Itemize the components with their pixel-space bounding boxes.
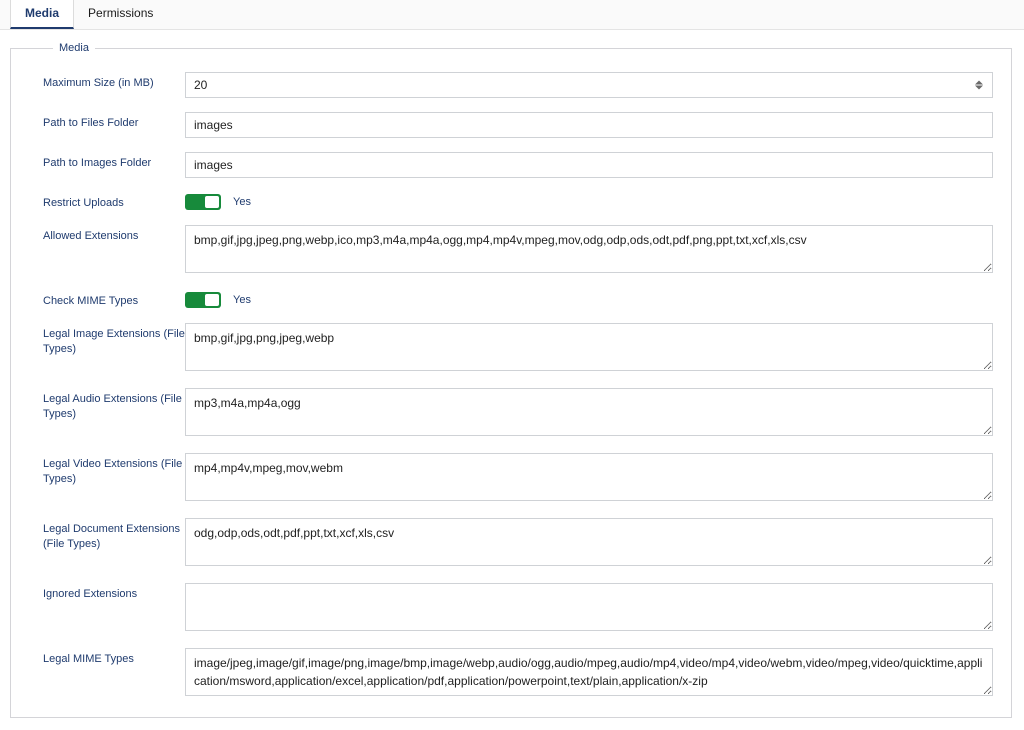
tab-media[interactable]: Media bbox=[10, 0, 74, 29]
label-legal-image: Legal Image Extensions (File Types) bbox=[25, 323, 185, 357]
images-folder-input[interactable] bbox=[185, 152, 993, 178]
media-fieldset: Media Maximum Size (in MB) Path to Files… bbox=[10, 42, 1012, 718]
legal-document-textarea[interactable] bbox=[185, 518, 993, 566]
check-mime-state: Yes bbox=[233, 294, 251, 306]
max-size-input[interactable] bbox=[185, 72, 993, 98]
label-check-mime: Check MIME Types bbox=[25, 290, 185, 309]
check-mime-toggle[interactable] bbox=[185, 292, 221, 308]
ignored-extensions-textarea[interactable] bbox=[185, 583, 993, 631]
fieldset-legend: Media bbox=[53, 42, 95, 54]
label-max-size: Maximum Size (in MB) bbox=[25, 72, 185, 91]
label-legal-mime: Legal MIME Types bbox=[25, 648, 185, 667]
label-legal-audio: Legal Audio Extensions (File Types) bbox=[25, 388, 185, 422]
label-files-folder: Path to Files Folder bbox=[25, 112, 185, 131]
legal-video-textarea[interactable] bbox=[185, 453, 993, 501]
label-legal-video: Legal Video Extensions (File Types) bbox=[25, 453, 185, 487]
chevron-down-icon[interactable] bbox=[975, 86, 983, 90]
tab-bar: Media Permissions bbox=[0, 0, 1024, 30]
label-restrict-uploads: Restrict Uploads bbox=[25, 192, 185, 211]
restrict-uploads-toggle[interactable] bbox=[185, 194, 221, 210]
tab-permissions[interactable]: Permissions bbox=[74, 0, 167, 29]
legal-mime-textarea[interactable] bbox=[185, 648, 993, 696]
label-allowed-extensions: Allowed Extensions bbox=[25, 225, 185, 244]
legal-image-textarea[interactable] bbox=[185, 323, 993, 371]
chevron-up-icon[interactable] bbox=[975, 81, 983, 85]
allowed-extensions-textarea[interactable] bbox=[185, 225, 993, 273]
legal-audio-textarea[interactable] bbox=[185, 388, 993, 436]
label-images-folder: Path to Images Folder bbox=[25, 152, 185, 171]
label-ignored-extensions: Ignored Extensions bbox=[25, 583, 185, 602]
restrict-uploads-state: Yes bbox=[233, 196, 251, 208]
label-legal-doc: Legal Document Extensions (File Types) bbox=[25, 518, 185, 552]
number-stepper-icon[interactable] bbox=[975, 81, 987, 90]
files-folder-input[interactable] bbox=[185, 112, 993, 138]
